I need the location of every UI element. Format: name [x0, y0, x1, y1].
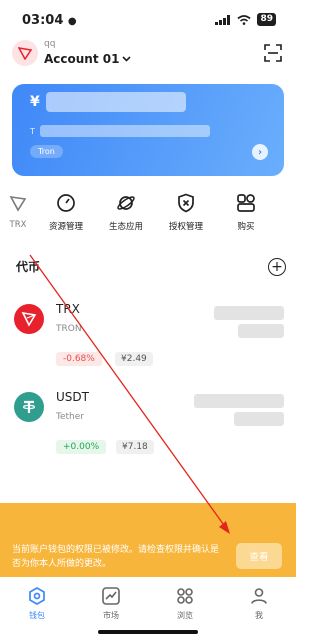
- token-symbol: USDT: [56, 390, 89, 404]
- trx-icon: [9, 195, 27, 212]
- action-trx[interactable]: TRX: [0, 192, 36, 236]
- permission-notice-banner: 当前账户钱包的权限已被修改。请检查权限并确认是否为你本人所做的更改。 查看: [0, 503, 296, 577]
- price-badge: ¥7.18: [116, 440, 154, 454]
- price-badge: ¥2.49: [115, 352, 153, 366]
- wallet-icon: [29, 587, 45, 605]
- amount-redacted: [194, 394, 284, 408]
- tab-browser[interactable]: 浏览: [148, 580, 222, 628]
- wallet-card[interactable]: ¥ T Tron ›: [12, 84, 284, 176]
- balance-redacted: [46, 92, 186, 112]
- signal-icon: [215, 14, 231, 25]
- browser-icon: [177, 588, 193, 604]
- usdt-logo-icon: [14, 392, 44, 422]
- address-prefix: T: [30, 127, 35, 136]
- tokens-section-title: 代币: [16, 260, 41, 274]
- account-sub-label: qq: [44, 39, 56, 49]
- status-time: 03:04 ●: [22, 13, 77, 28]
- profile-icon: [251, 588, 267, 604]
- tab-wallet[interactable]: 钱包: [0, 580, 74, 628]
- currency-symbol: ¥: [30, 94, 40, 110]
- token-chain: TRON: [56, 324, 82, 334]
- address-redacted: [40, 125, 210, 137]
- token-row-trx[interactable]: TRX TRON -0.68% ¥2.49: [0, 296, 296, 376]
- gauge-icon: [57, 194, 75, 212]
- battery-indicator: 89: [257, 13, 276, 26]
- price-change-badge: +0.00%: [56, 440, 107, 454]
- account-avatar[interactable]: [12, 40, 38, 66]
- value-redacted: [234, 412, 284, 426]
- amount-redacted: [214, 306, 284, 320]
- notice-text: 当前账户钱包的权限已被修改。请检查权限并确认是否为你本人所做的更改。: [12, 545, 220, 569]
- view-button[interactable]: 查看: [236, 543, 282, 569]
- tab-profile[interactable]: 我: [222, 580, 296, 628]
- market-icon: [102, 587, 120, 605]
- plus-icon: +: [271, 259, 283, 275]
- token-chain: Tether: [56, 412, 84, 422]
- action-resource-management[interactable]: 资源管理: [36, 192, 96, 236]
- wifi-icon: [237, 14, 252, 25]
- token-row-usdt[interactable]: USDT Tether +0.00% ¥7.18: [0, 384, 296, 464]
- tron-logo-icon: [18, 47, 32, 60]
- shield-x-icon: [178, 193, 194, 213]
- bottom-tab-bar: 钱包 市场 浏览 我: [0, 580, 296, 628]
- home-indicator: [98, 630, 198, 634]
- price-change-badge: -0.68%: [56, 352, 102, 366]
- trx-logo-icon: [14, 304, 44, 334]
- quick-actions: TRX 资源管理 生态应用 授权管理 购买: [0, 192, 296, 236]
- account-selector[interactable]: Account 01: [44, 52, 132, 66]
- tab-market[interactable]: 市场: [74, 580, 148, 628]
- action-ecosystem-apps[interactable]: 生态应用: [96, 192, 156, 236]
- chevron-down-icon: [122, 56, 132, 62]
- value-redacted: [238, 324, 284, 338]
- scan-icon[interactable]: [264, 44, 282, 62]
- status-indicators: 89: [215, 13, 276, 26]
- card-arrow-button[interactable]: ›: [252, 144, 268, 160]
- action-authorization-management[interactable]: 授权管理: [156, 192, 216, 236]
- planet-icon: [117, 196, 135, 210]
- add-token-button[interactable]: +: [268, 258, 286, 276]
- account-name: Account 01: [44, 52, 120, 66]
- account-header: qq Account 01: [12, 38, 284, 70]
- shopping-icon: [237, 194, 255, 212]
- token-symbol: TRX: [56, 302, 80, 316]
- status-bar: 03:04 ● 89: [0, 0, 296, 36]
- chain-badge: Tron: [30, 145, 63, 158]
- action-buy[interactable]: 购买: [216, 192, 276, 236]
